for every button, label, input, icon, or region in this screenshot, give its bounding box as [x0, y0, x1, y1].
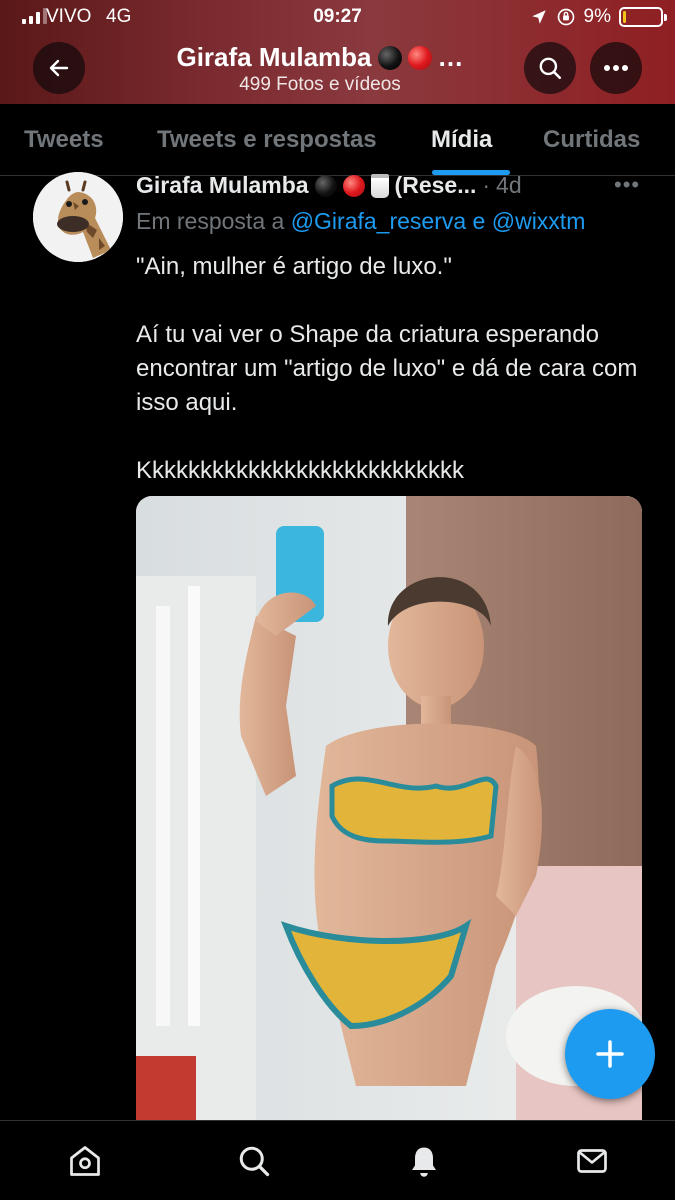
battery-percent: 9% — [583, 6, 611, 27]
tab-media[interactable]: Mídia — [431, 126, 492, 154]
tweet-media-photo[interactable] — [136, 496, 642, 1126]
tweet-paragraph: "Ain, mulher é artigo de luxo." — [136, 253, 452, 280]
tab-likes[interactable]: Curtidas — [543, 126, 640, 154]
tweet-separator: · — [482, 172, 491, 198]
compose-tweet-button[interactable] — [565, 1009, 655, 1099]
tab-tweets-replies[interactable]: Tweets e respostas — [157, 126, 377, 154]
cup-emoji-icon — [370, 173, 389, 198]
nav-notifications[interactable] — [400, 1139, 448, 1183]
tweet-author-handle[interactable]: (Rese... — [395, 172, 477, 199]
mirror-selfie-photo — [136, 496, 642, 1126]
black-circle-emoji-icon — [314, 174, 337, 197]
profile-title: Girafa Mulamba … — [120, 42, 520, 73]
tweet-more-button[interactable]: ••• — [614, 172, 640, 198]
reply-conjunction: e — [472, 208, 486, 234]
more-options-button[interactable] — [590, 42, 642, 94]
nav-messages[interactable] — [568, 1139, 616, 1183]
media-count: 499 Fotos e vídeos — [239, 74, 401, 95]
messages-envelope-icon — [577, 1149, 607, 1173]
giraffe-avatar-image — [33, 172, 123, 262]
tweet-paragraph: Kkkkkkkkkkkkkkkkkkkkkkkkkkk — [136, 457, 465, 484]
status-right-group: 9% — [530, 6, 667, 28]
black-circle-emoji-icon — [377, 45, 402, 70]
orientation-lock-icon — [557, 8, 574, 26]
tweet-header: Girafa Mulamba (Rese... · 4d — [136, 172, 646, 199]
reply-prefix: Em resposta a — [136, 208, 285, 234]
profile-search-button[interactable] — [524, 42, 576, 94]
plus-icon — [596, 1040, 624, 1068]
reply-mention-girafa-reserva[interactable]: @Girafa_reserva — [291, 208, 466, 234]
tweet-author-name[interactable]: Girafa Mulamba — [136, 172, 309, 199]
reply-context: Em resposta a @Girafa_reserva e @wixxtm — [136, 208, 585, 235]
notifications-bell-icon — [412, 1147, 436, 1177]
nav-home[interactable] — [61, 1139, 109, 1183]
profile-header: VIVO 4G 09:27 9% Girafa Mulamba … 499 Fo… — [0, 0, 675, 104]
tweet-paragraph: Aí tu vai ver o Shape da criatura espera… — [136, 321, 638, 416]
search-icon — [539, 57, 562, 80]
red-circle-emoji-icon — [342, 174, 365, 197]
bottom-navigation — [0, 1120, 675, 1200]
tweet-body: "Ain, mulher é artigo de luxo." Aí tu va… — [136, 250, 646, 488]
author-avatar[interactable] — [33, 172, 123, 262]
title-ellipsis: … — [437, 42, 464, 72]
profile-title-block: Girafa Mulamba … 499 Fotos e vídeos — [120, 42, 520, 96]
location-arrow-icon — [531, 10, 546, 24]
reply-mention-wixxtm[interactable]: @wixxtm — [492, 208, 586, 234]
arrow-left-icon — [49, 59, 69, 77]
battery-icon — [619, 7, 667, 27]
red-circle-emoji-icon — [407, 45, 432, 70]
tweet-timestamp[interactable]: 4d — [496, 172, 522, 199]
tab-tweets[interactable]: Tweets — [24, 126, 104, 154]
home-icon — [70, 1146, 100, 1176]
status-bar: VIVO 4G 09:27 9% — [0, 0, 675, 34]
back-button[interactable] — [33, 42, 85, 94]
search-icon — [239, 1146, 270, 1177]
profile-name: Girafa Mulamba — [176, 42, 372, 72]
nav-search[interactable] — [230, 1139, 278, 1183]
more-horizontal-icon — [604, 65, 628, 71]
profile-tabs: Tweets Tweets e respostas Mídia Curtidas — [0, 104, 675, 176]
